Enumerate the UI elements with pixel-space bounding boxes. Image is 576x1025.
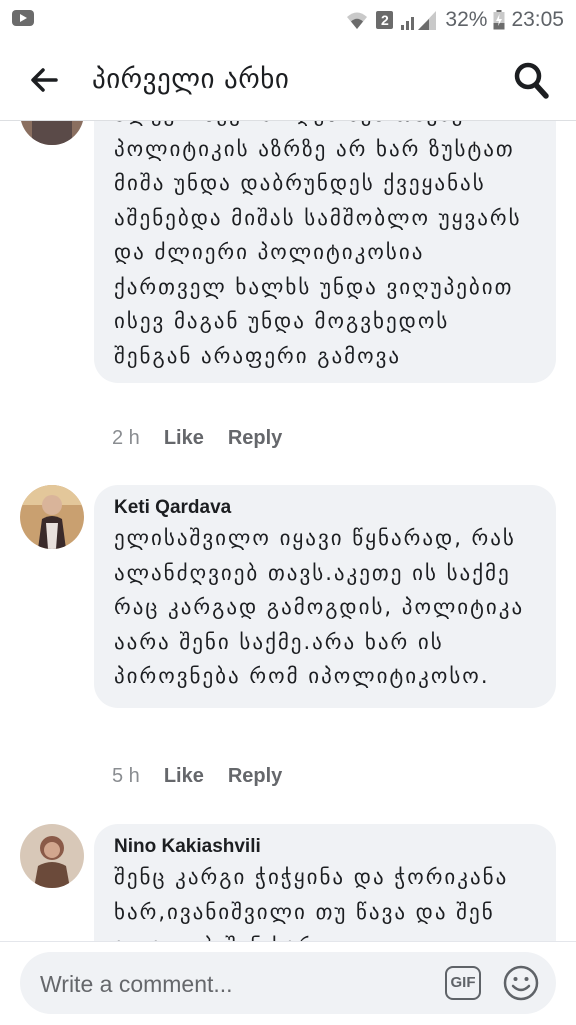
reply-button[interactable]: Reply <box>228 427 282 450</box>
avatar[interactable] <box>20 485 84 549</box>
battery-charging-icon <box>493 10 505 30</box>
page-title: პირველი არხი <box>92 64 290 95</box>
like-button[interactable]: Like <box>164 427 204 450</box>
app-bar: პირველი არხი <box>0 40 576 121</box>
like-button[interactable]: Like <box>164 765 204 788</box>
comment-text: ალეკო ბევრს იღებ შენ თავზე პოლიტიკის აზრ… <box>114 121 522 368</box>
avatar[interactable] <box>20 121 84 145</box>
battery-percent: 32% <box>445 8 488 31</box>
wifi-icon <box>347 12 368 29</box>
avatar[interactable] <box>20 824 84 888</box>
signal-icon <box>401 11 437 30</box>
comment-bubble: ალეკო ბევრს იღებ შენ თავზე პოლიტიკის აზრ… <box>94 121 556 383</box>
gif-button[interactable]: GIF <box>445 966 481 1000</box>
comments-feed[interactable]: ალეკო ბევრს იღებ შენ თავზე პოლიტიკის აზრ… <box>0 121 576 941</box>
comment-author[interactable]: Nino Kakiashvili <box>114 836 536 858</box>
notification-count-badge: 2 <box>376 11 394 29</box>
emoji-icon[interactable] <box>502 964 540 1002</box>
comment-bubble: Keti Qardava ელისაშვილო იყავი წყნარად, რ… <box>94 485 556 708</box>
reply-button[interactable]: Reply <box>228 765 282 788</box>
comment-time: 2 h <box>112 427 140 449</box>
status-bar-right: 2 32% 23:05 <box>344 6 564 34</box>
comment-text: შენც კარგი ჭიჭყინა და ჭორიკანა ხარ,ივანი… <box>114 865 509 941</box>
comment-composer: GIF <box>20 952 556 1016</box>
youtube-notification-icon <box>12 10 34 26</box>
back-arrow-icon[interactable] <box>26 62 62 98</box>
status-time: 23:05 <box>511 8 564 31</box>
comment-bubble: Nino Kakiashvili შენც კარგი ჭიჭყინა და ჭ… <box>94 824 556 941</box>
comment-actions: 5 h Like Reply <box>112 765 282 788</box>
comment-author[interactable]: Keti Qardava <box>114 497 536 519</box>
comment-actions: 2 h Like Reply <box>112 427 282 450</box>
search-icon[interactable] <box>512 60 550 100</box>
comment-composer-bar: GIF <box>0 941 576 1025</box>
status-bar: 2 32% 23:05 <box>0 0 576 40</box>
comment-time: 5 h <box>112 765 140 787</box>
comment-input[interactable] <box>38 952 422 1016</box>
comment-text: ელისაშვილო იყავი წყნარად, რას ალანძღვიებ… <box>114 526 525 688</box>
